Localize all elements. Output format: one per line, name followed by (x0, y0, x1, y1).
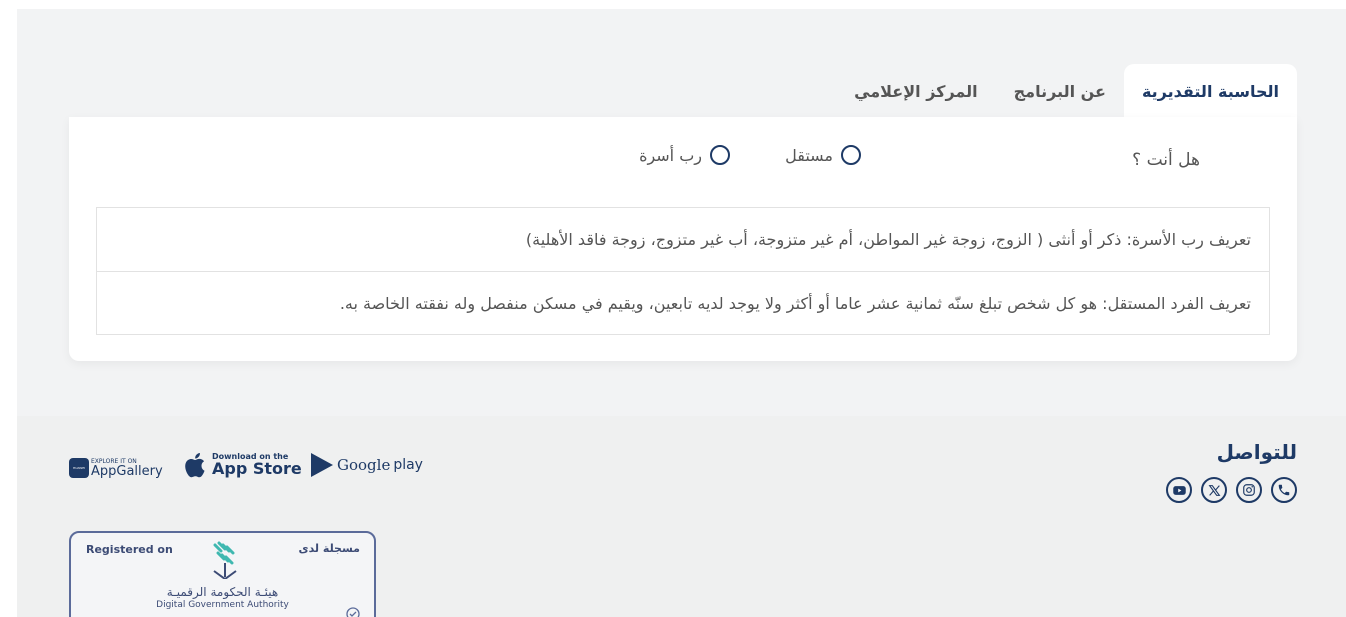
instagram-icon[interactable] (1236, 477, 1262, 503)
authority-name-en: Digital Government Authority (156, 600, 289, 610)
definition-head-of-family: تعريف رب الأسرة: ذكر أو أنثى ( الزوج، زو… (525, 230, 1251, 249)
option-independent-label: مستقل (785, 145, 833, 165)
verified-check-icon (346, 607, 360, 617)
contact-title: للتواصل (1216, 440, 1297, 464)
phone-icon[interactable] (1271, 477, 1297, 503)
radio-head-of-family[interactable] (710, 145, 730, 165)
question-label: هل أنت ؟ (1132, 150, 1200, 170)
google-play-link[interactable]: Google play (310, 452, 423, 478)
apple-icon (185, 453, 205, 478)
app-gallery-link[interactable]: HUAWEI EXPLORE IT ON AppGallery (69, 458, 163, 478)
radio-independent[interactable] (841, 145, 861, 165)
app-store-link[interactable]: Download on the App Store (184, 452, 302, 478)
tab-calculator[interactable]: الحاسبة التقديرية (1123, 64, 1297, 118)
social-links (1166, 477, 1297, 503)
google-play-suffix: play (393, 457, 423, 473)
option-independent[interactable]: مستقل (785, 145, 861, 165)
registered-on-label-ar: مسجلة لدى (298, 542, 361, 555)
x-icon[interactable] (1201, 477, 1227, 503)
tab-bar: الحاسبة التقديرية عن البرنامج المركز الإ… (836, 64, 1297, 120)
app-store-big: App Store (212, 459, 302, 478)
option-head-of-family-label: رب أسرة (639, 145, 702, 165)
definition-independent: تعريف الفرد المستقل: هو كل شخص تبلغ سنّه… (97, 271, 1269, 334)
youtube-icon[interactable] (1166, 477, 1192, 503)
google-play-brand: Google (337, 456, 391, 474)
google-play-icon (311, 453, 333, 477)
registered-on-label: Registered on (86, 543, 173, 556)
definitions-table: تعريف رب الأسرة: ذكر أو أنثى ( الزوج، زو… (96, 207, 1270, 335)
option-head-of-family[interactable]: رب أسرة (639, 145, 730, 165)
dga-registration-badge[interactable]: Registered on مسجلة لدى هيئـة الحكومة ال… (69, 531, 376, 617)
tab-media-center[interactable]: المركز الإعلامي (836, 64, 996, 118)
dga-logo-icon (213, 541, 237, 579)
top-strip (17, 0, 1346, 9)
tab-about-program[interactable]: عن البرنامج (996, 64, 1124, 118)
calculator-card: هل أنت ؟ مستقل رب أسرة تعريف رب الأسرة: … (69, 117, 1297, 361)
authority-name-ar: هيئـة الحكومة الرقميـة (166, 585, 279, 599)
app-gallery-big: AppGallery (91, 463, 163, 479)
huawei-icon: HUAWEI (69, 458, 89, 478)
